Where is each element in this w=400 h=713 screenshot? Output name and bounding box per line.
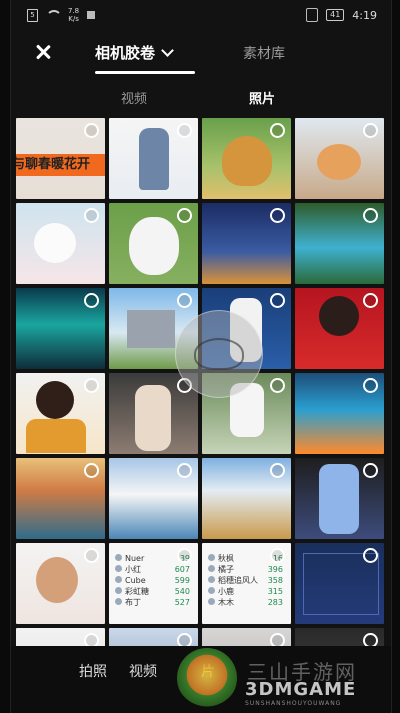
select-circle-icon[interactable] [363, 378, 378, 393]
photo-tile[interactable] [109, 118, 198, 199]
select-circle-icon[interactable] [363, 123, 378, 138]
select-circle-icon[interactable] [270, 208, 285, 223]
photo-tile[interactable] [16, 458, 105, 539]
select-circle-icon[interactable] [84, 208, 99, 223]
clock: 4:19 [352, 8, 377, 22]
select-circle-icon[interactable] [363, 548, 378, 563]
photo-tile[interactable] [202, 203, 291, 284]
select-circle-icon[interactable] [177, 208, 192, 223]
bottom-bar: 拍照 视频 片 三山手游网 3DMGAME SUNSHANSHOUYOUWANG [11, 646, 391, 713]
photo-tile[interactable] [16, 373, 105, 454]
photo-tile[interactable] [16, 543, 105, 624]
select-circle-icon[interactable] [177, 293, 192, 308]
photo-tile[interactable] [295, 288, 384, 369]
close-icon[interactable] [33, 42, 53, 62]
photo-tile[interactable] [202, 628, 291, 646]
select-circle-icon[interactable] [270, 548, 285, 563]
subtab-photo[interactable]: 照片 [249, 88, 275, 107]
select-circle-icon[interactable] [84, 548, 99, 563]
tab-material-library[interactable]: 素材库 [243, 43, 285, 63]
watermark-small-text: SUNSHANSHOUYOUWANG [245, 700, 342, 707]
select-circle-icon[interactable] [177, 123, 192, 138]
photo-tile[interactable] [109, 203, 198, 284]
photo-tile[interactable] [295, 543, 384, 624]
photo-tile[interactable] [109, 628, 198, 646]
floating-assistant-icon[interactable] [175, 310, 263, 398]
select-circle-icon[interactable] [270, 293, 285, 308]
status-bar: 5 7.8 K/s 41 4:19 [11, 0, 391, 30]
phone-screen: 5 7.8 K/s 41 4:19 相机胶卷 素材库 视频 照片 与聊春暖花开 [10, 0, 392, 713]
select-circle-icon[interactable] [270, 123, 285, 138]
select-circle-icon[interactable] [270, 463, 285, 478]
photo-tile[interactable] [295, 628, 384, 646]
select-circle-icon[interactable] [84, 293, 99, 308]
battery-indicator: 41 [326, 9, 345, 21]
tab-camera-roll[interactable]: 相机胶卷 [95, 42, 174, 63]
subtab-video[interactable]: 视频 [121, 88, 147, 107]
sim-icon: 5 [27, 8, 38, 22]
photo-tile[interactable] [109, 458, 198, 539]
photo-tile[interactable] [202, 458, 291, 539]
select-circle-icon[interactable] [84, 123, 99, 138]
watermark-brand-text: 3DMGAME [245, 679, 357, 700]
tab-camera-roll-label: 相机胶卷 [95, 44, 156, 62]
photo-tile[interactable] [16, 628, 105, 646]
wifi-icon [46, 10, 62, 20]
select-circle-icon[interactable] [363, 633, 378, 646]
photo-tile[interactable] [16, 288, 105, 369]
photo-tile[interactable] [295, 458, 384, 539]
select-circle-icon[interactable] [270, 633, 285, 646]
photo-tile[interactable]: 秋枫 16 橘子 396 稻穗追风人 358 小鹿 315 木木 283 [202, 543, 291, 624]
photo-tile[interactable] [295, 203, 384, 284]
photo-tile[interactable] [295, 118, 384, 199]
photo-tile[interactable] [109, 373, 198, 454]
photo-tile[interactable] [16, 203, 105, 284]
select-circle-icon[interactable] [84, 378, 99, 393]
select-circle-icon[interactable] [363, 293, 378, 308]
photo-tile[interactable]: 与聊春暖花开 [16, 118, 105, 199]
assistant-face-icon [194, 338, 244, 370]
top-bar: 相机胶卷 素材库 [11, 30, 391, 76]
net-speed: 7.8 K/s [68, 7, 80, 23]
photo-tile[interactable]: Nuer 39 小红 607 Cube 599 彩虹糖 540 布丁 527 [109, 543, 198, 624]
vibrate-icon [306, 8, 319, 22]
video-button[interactable]: 视频 [129, 661, 157, 681]
select-circle-icon[interactable] [177, 548, 192, 563]
photo-tile[interactable] [295, 373, 384, 454]
select-circle-icon[interactable] [363, 463, 378, 478]
active-tab-indicator [95, 71, 195, 74]
chevron-down-icon [161, 43, 174, 57]
select-circle-icon[interactable] [177, 633, 192, 646]
watermark-logo-icon [177, 648, 237, 708]
photo-tile[interactable] [202, 118, 291, 199]
select-circle-icon[interactable] [270, 378, 285, 393]
select-circle-icon[interactable] [177, 463, 192, 478]
select-circle-icon[interactable] [84, 633, 99, 646]
select-circle-icon[interactable] [363, 208, 378, 223]
take-photo-button[interactable]: 拍照 [79, 661, 107, 681]
select-circle-icon[interactable] [84, 463, 99, 478]
tile-caption: 与聊春暖花开 [16, 154, 105, 176]
notification-icon [87, 11, 96, 19]
media-type-tabs: 视频 照片 [11, 76, 391, 118]
